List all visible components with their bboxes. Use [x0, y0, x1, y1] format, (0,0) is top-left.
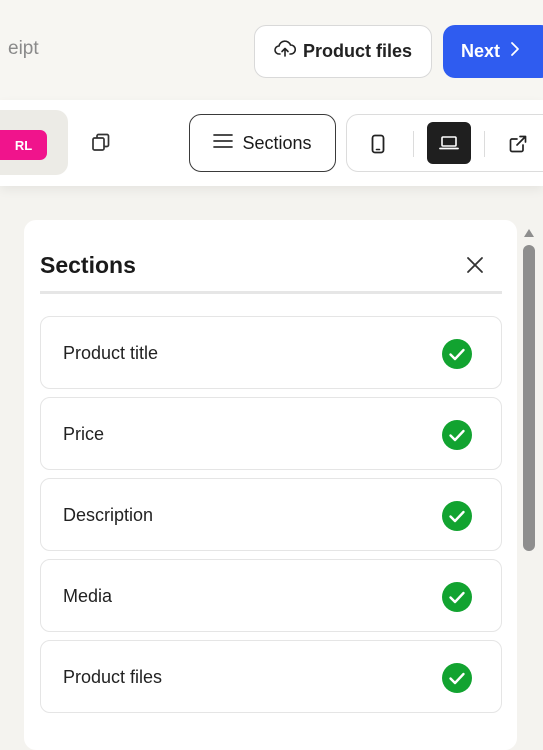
section-item-label: Description — [63, 505, 154, 525]
scroll-up-arrow[interactable] — [523, 225, 535, 237]
section-item-label: Price — [63, 424, 105, 444]
divider — [484, 131, 485, 157]
next-button[interactable]: Next — [443, 25, 543, 78]
check-circle-icon — [442, 663, 472, 693]
next-label: Next — [461, 41, 501, 61]
panel-divider — [40, 291, 502, 294]
check-circle-icon — [442, 420, 472, 450]
chevron-right-icon — [510, 41, 520, 62]
sections-label: Sections — [242, 132, 312, 153]
divider — [413, 131, 414, 157]
check-circle-icon — [442, 582, 472, 612]
product-files-button[interactable]: Product files — [254, 25, 432, 78]
section-item-price[interactable]: Price — [40, 397, 502, 470]
url-button-wrap: RL — [0, 110, 68, 175]
duplicate-icon[interactable] — [90, 132, 112, 154]
laptop-icon[interactable] — [427, 122, 471, 164]
section-item-label: Product files — [63, 667, 163, 687]
external-link-icon[interactable] — [503, 129, 533, 159]
top-bar: eipt Product files Next — [0, 0, 543, 100]
scrollbar-thumb[interactable] — [523, 245, 535, 551]
sections-panel: Sections Product title Price Description… — [24, 220, 517, 750]
section-item-description[interactable]: Description — [40, 478, 502, 551]
section-item-product-title[interactable]: Product title — [40, 316, 502, 389]
editor-toolbar: RL Sections — [0, 100, 543, 186]
section-item-media[interactable]: Media — [40, 559, 502, 632]
section-item-label: Media — [63, 586, 113, 606]
sections-button[interactable]: Sections — [189, 114, 336, 172]
cloud-upload-icon — [274, 40, 297, 63]
section-item-label: Product title — [63, 343, 159, 363]
mobile-icon[interactable] — [363, 129, 393, 159]
section-item-product-files[interactable]: Product files — [40, 640, 502, 713]
page-title: eipt — [8, 38, 39, 59]
close-icon[interactable] — [462, 252, 488, 278]
menu-icon — [213, 133, 234, 154]
panel-title: Sections — [40, 252, 136, 278]
product-files-label: Product files — [302, 41, 413, 61]
check-circle-icon — [442, 501, 472, 531]
device-toggle — [346, 114, 543, 172]
url-badge[interactable]: RL — [0, 130, 47, 160]
check-circle-icon — [442, 339, 472, 369]
